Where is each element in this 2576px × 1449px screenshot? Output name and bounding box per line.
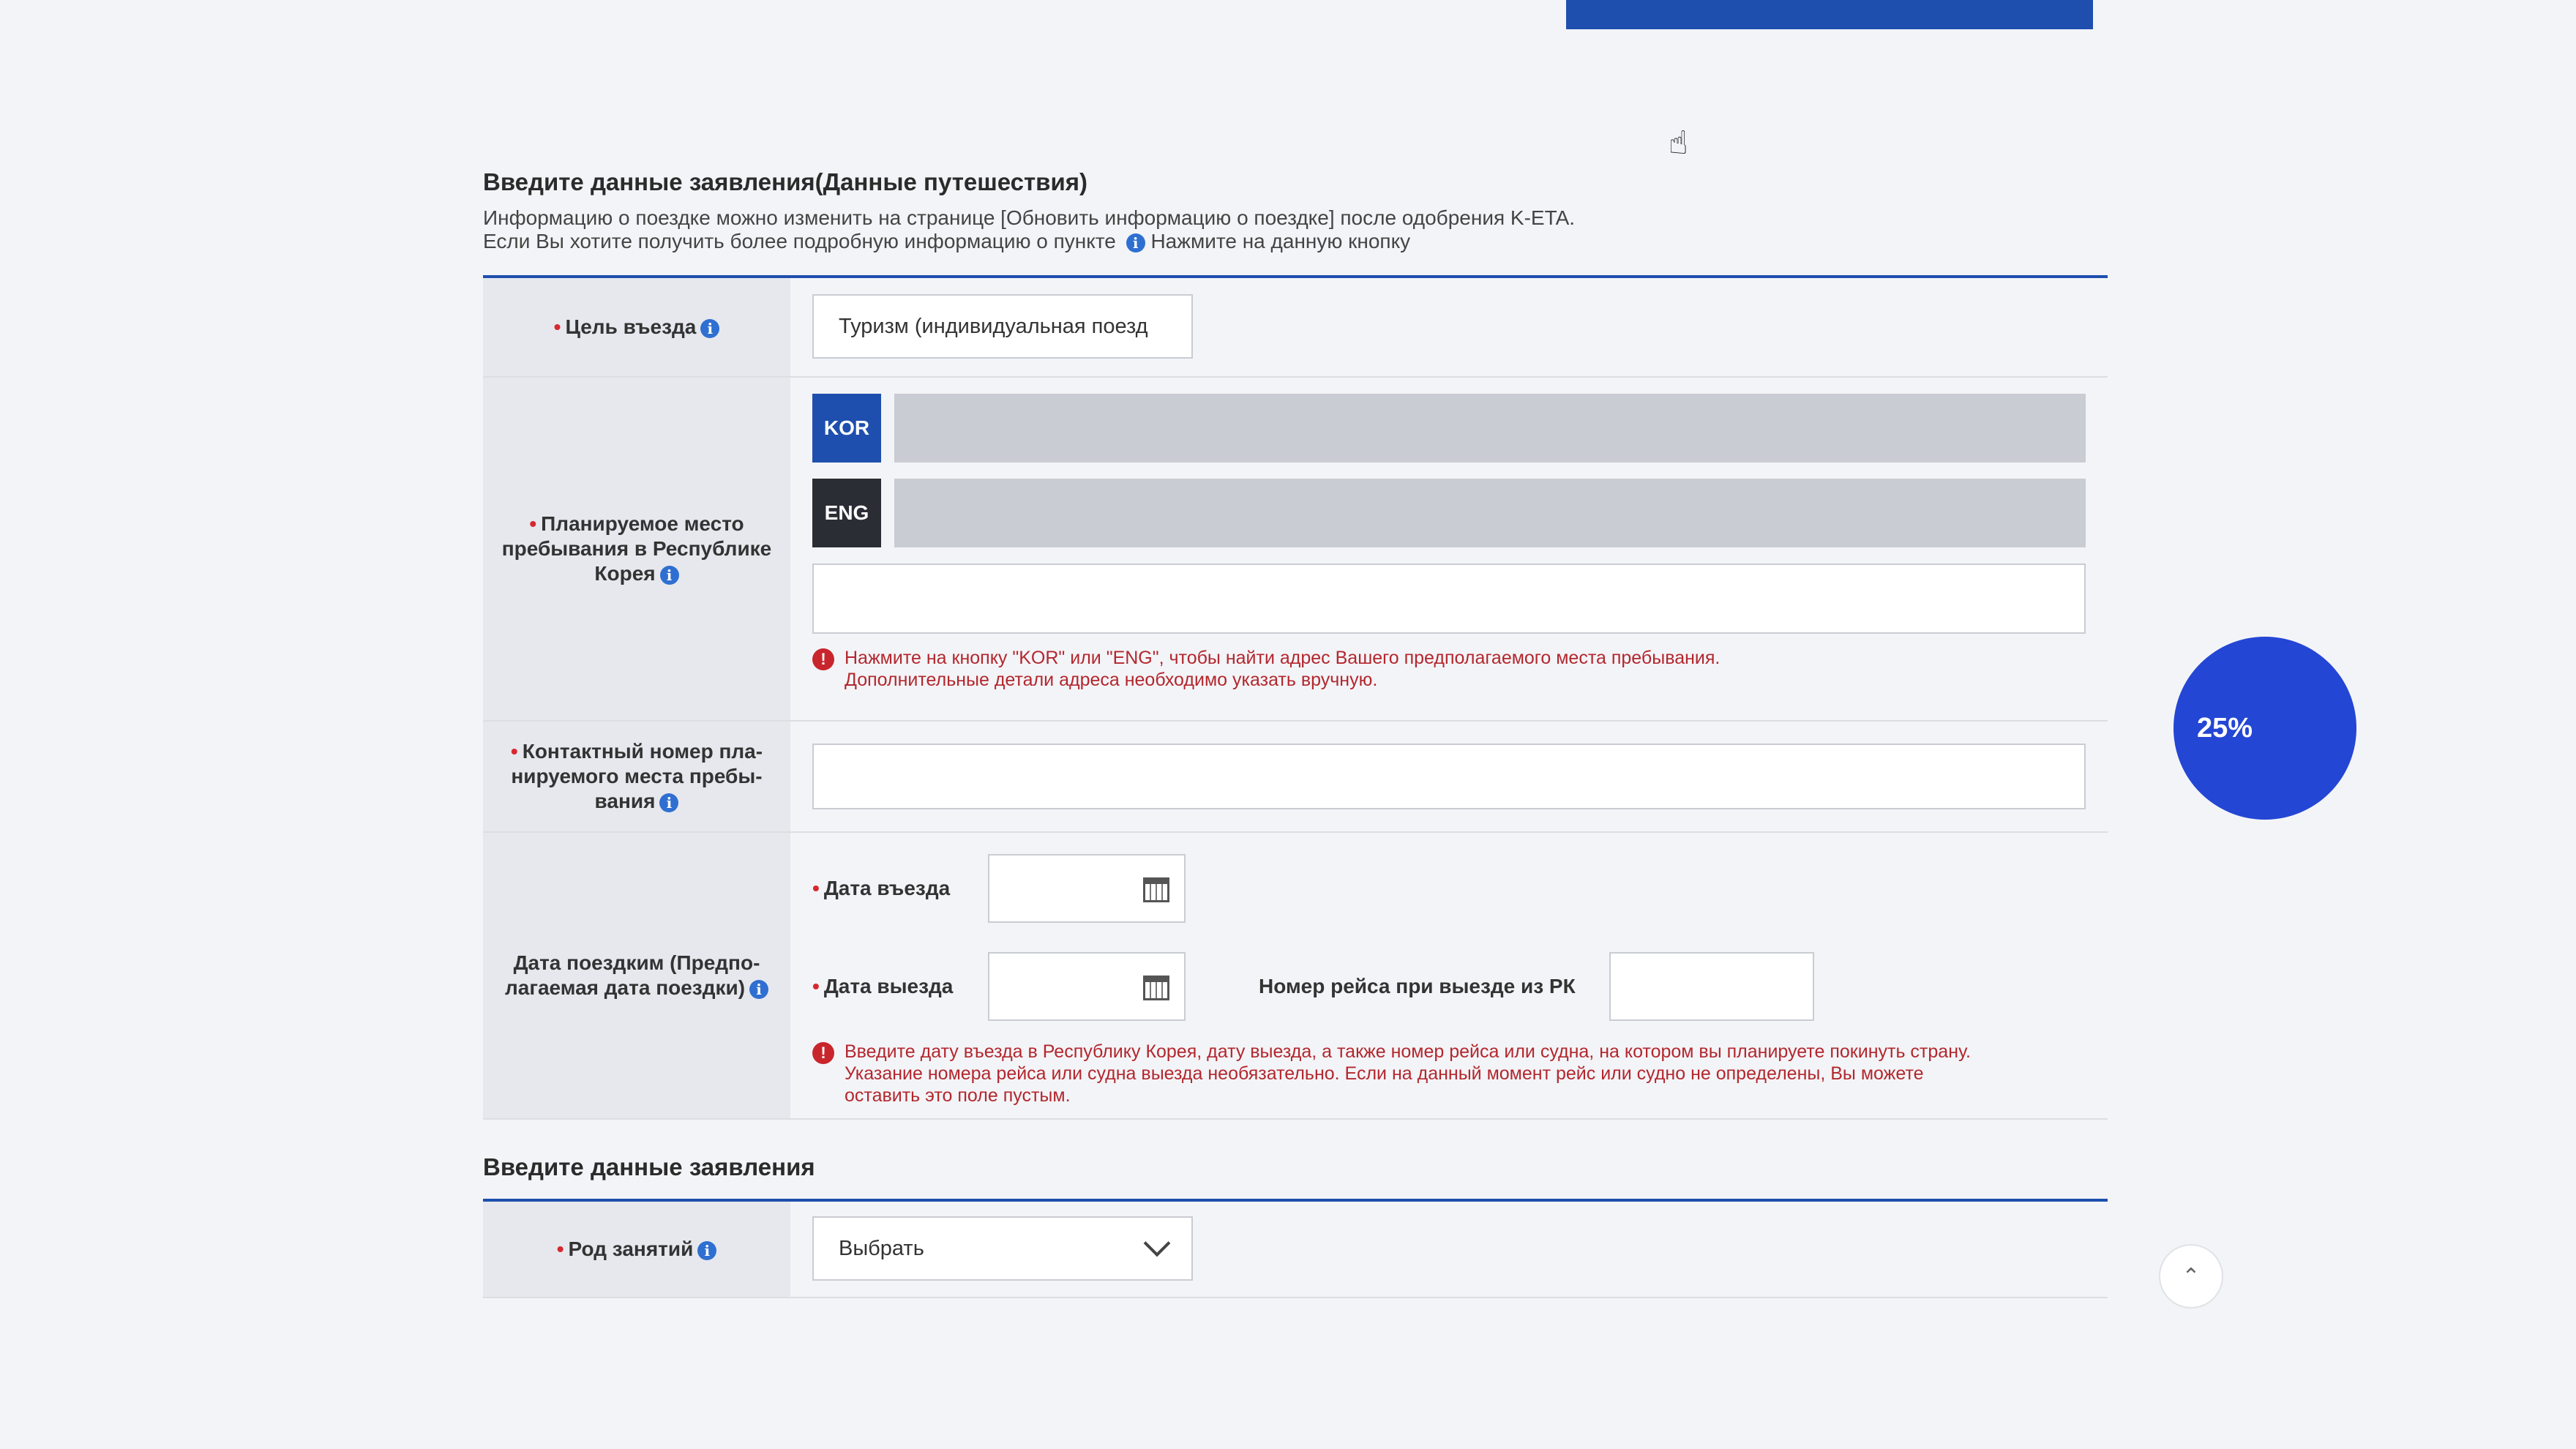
section-title-travel: Введите данные заявления(Данные путешест… [483,168,1087,195]
kor-search-button[interactable]: KOR [812,394,881,463]
application-form: Введите данные заявления(Данные путешест… [483,168,2108,1298]
kor-address-field [894,394,2086,463]
label-stay-place: • Планируемое место пребывания в Республи… [483,378,790,720]
flight-number-input[interactable] [1609,952,1814,1021]
entry-date-label: • Дата въезда [812,877,951,899]
label-contact-phone: • Контактный номер пла-нируемого места пр… [483,722,790,831]
row-trip-dates: Дата поездким (Предпо-лагаемая дата поез… [483,833,2108,1120]
exit-date-input[interactable] [988,952,1186,1021]
hand-cursor-icon: ☝ [1669,125,1688,161]
row-contact-phone: • Контактный номер пла-нируемого места пр… [483,722,2108,833]
eng-search-button[interactable]: ENG [812,479,881,547]
calendar-icon[interactable] [1143,976,1169,1000]
stay-place-warning: ! Нажмите на кнопку "KOR" или "ENG", что… [812,647,2086,691]
trip-dates-warning: ! Введите дату въезда в Республику Корея… [812,1041,2086,1107]
chevron-down-icon [1143,1229,1171,1257]
progress-indicator: 25% [2174,637,2356,820]
occupation-select[interactable]: Выбрать [812,1216,1193,1281]
info-icon[interactable]: i [697,1240,717,1260]
intro-line-2: Если Вы хотите получить более подробную … [483,230,1411,252]
warning-icon: ! [812,1042,834,1064]
address-detail-input[interactable] [812,564,2086,634]
contact-phone-input[interactable] [812,744,2086,809]
row-stay-place: • Планируемое место пребывания в Республи… [483,378,2108,722]
eng-address-field [894,479,2086,547]
info-icon[interactable]: i [659,565,679,585]
intro-line-1: Информацию о поездке можно изменить на с… [483,206,1576,229]
eng-address-line: ENG [812,479,2086,547]
row-occupation: • Род занятий i Выбрать [483,1202,2108,1298]
info-icon[interactable]: i [659,793,679,812]
info-icon[interactable]: i [1126,233,1145,252]
calendar-icon[interactable] [1143,877,1169,902]
label-occupation: • Род занятий i [483,1202,790,1297]
row-purpose: • Цель въезда i Туризм (индивидуальная пое… [483,278,2108,378]
info-icon[interactable]: i [749,979,769,999]
flight-number-label: Номер рейса при выезде из РК [1259,975,1576,997]
top-header-bar [1566,0,2093,29]
kor-address-line: KOR [812,394,2086,463]
info-icon[interactable]: i [700,318,720,338]
exit-date-row: • Дата выезда Номер рейса при выезде из Р… [812,946,2086,1027]
scroll-top-icon[interactable]: ⌃ [2159,1244,2223,1308]
exit-date-label: • Дата выезда [812,975,954,997]
entry-date-row: • Дата въезда [812,847,2086,929]
intro-text: Информацию о поездке можно изменить на с… [483,206,2108,253]
label-trip-dates: Дата поездким (Предпо-лагаемая дата поез… [483,833,790,1118]
section-title-application: Введите данные заявления [483,1153,815,1180]
entry-date-input[interactable] [988,854,1186,923]
label-purpose: • Цель въезда i [483,278,790,376]
warning-icon: ! [812,648,834,670]
purpose-field[interactable]: Туризм (индивидуальная поезд [812,294,1193,359]
